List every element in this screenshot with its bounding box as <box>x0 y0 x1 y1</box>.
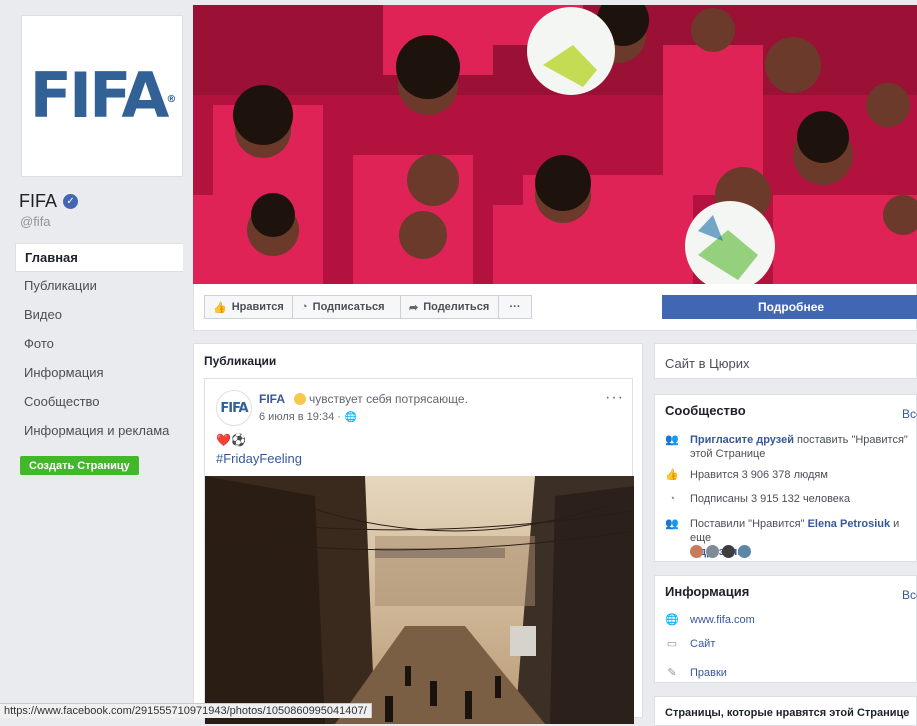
nav-item-posts[interactable]: Публикации <box>15 272 183 301</box>
post-feeling-text: чувствует себя потрясающе. <box>309 392 468 406</box>
community-title[interactable]: Сообщество <box>665 403 746 418</box>
nav-item-photos[interactable]: Фото <box>15 330 183 359</box>
liked-pages-title[interactable]: Страницы, которые нравятся этой Странице <box>665 707 909 719</box>
pencil-icon: ✎ <box>667 667 677 679</box>
like-label: Нравится <box>231 301 284 313</box>
friends-liked-row: 👥 Поставили "Нравится" Elena Petrosiuk и… <box>665 517 915 558</box>
edits-link[interactable]: Правки <box>690 666 910 680</box>
share-button[interactable]: ➦ Поделиться <box>400 295 500 319</box>
about-card: Информация Все 🌐 www.fifa.com ▭ Сайт ✎ П… <box>654 575 917 683</box>
globe-icon: 🌐 <box>344 411 358 423</box>
thumbs-up-icon: 👍 <box>213 301 227 314</box>
avatar[interactable] <box>706 545 719 558</box>
followers-row: ◔ Подписаны 3 915 132 человека <box>665 492 915 506</box>
liked-pages-card: Страницы, которые нравятся этой Странице <box>654 696 917 726</box>
site-link[interactable]: Сайт <box>690 637 910 651</box>
post-meta: 6 июля в 19:34 · 🌐 <box>259 411 357 423</box>
avatar[interactable] <box>722 545 735 558</box>
nav-item-videos[interactable]: Видео <box>15 301 183 330</box>
globe-icon: 🌐 <box>665 614 679 626</box>
posts-section-title[interactable]: Публикации <box>204 354 276 368</box>
followers-count-text: Подписаны 3 915 132 человека <box>690 493 851 505</box>
site-row: ▭ Сайт <box>665 637 915 651</box>
friend-avatars <box>690 545 751 558</box>
posts-section: Публикации FIFA FIFA чувствует себя потр… <box>193 343 643 724</box>
post-author-avatar[interactable]: FIFA <box>216 390 252 426</box>
avatar[interactable] <box>738 545 751 558</box>
learn-more-button[interactable]: Подробнее <box>662 295 917 319</box>
more-dots-icon: ··· <box>509 301 521 313</box>
post-photo-image <box>205 476 634 724</box>
likes-count-text: Нравится 3 906 378 людям <box>690 469 828 481</box>
rss-icon: ◔ <box>301 301 308 313</box>
nav-item-info-ads[interactable]: Информация и реклама <box>15 417 183 446</box>
edits-row: ✎ Правки <box>665 666 915 680</box>
follow-button[interactable]: ◔ Подписаться <box>292 295 402 319</box>
post-card: FIFA FIFA чувствует себя потрясающе. 6 и… <box>204 378 634 724</box>
about-title[interactable]: Информация <box>665 584 749 599</box>
thumbs-up-icon: 👍 <box>665 469 679 481</box>
post-photo[interactable] <box>205 476 634 724</box>
share-arrow-icon: ➦ <box>409 301 419 314</box>
window-icon: ▭ <box>666 638 678 650</box>
more-actions-button[interactable]: ··· <box>498 295 532 319</box>
invite-friends-link[interactable]: Пригласите друзей <box>690 434 794 446</box>
like-page-button[interactable]: 👍 Нравится <box>204 295 294 319</box>
nav-item-community[interactable]: Сообщество <box>15 388 183 417</box>
likes-row: 👍 Нравится 3 906 378 людям <box>665 468 915 482</box>
invite-friends-row: 👥 Пригласите друзей поставить "Нравится"… <box>665 433 915 463</box>
website-link[interactable]: www.fifa.com <box>690 613 910 627</box>
friend-name-link[interactable]: Elena Petrosiuk <box>808 518 891 530</box>
website-row: 🌐 www.fifa.com <box>665 613 915 627</box>
browser-status-bar: https://www.facebook.com/291555710971943… <box>0 703 372 718</box>
post-hashtag-link[interactable]: #FridayFeeling <box>216 451 302 466</box>
page-name-text[interactable]: FIFA <box>19 191 57 212</box>
community-see-all-link[interactable]: Все <box>902 407 917 421</box>
post-feeling: чувствует себя потрясающе. <box>294 392 468 406</box>
feeling-emoji-icon <box>294 393 306 405</box>
friends-liked-prefix: Поставили "Нравится" <box>690 518 808 530</box>
share-label: Поделиться <box>423 301 490 313</box>
location-card: Сайт в Цюрих <box>654 343 917 379</box>
about-see-all-link[interactable]: Все <box>902 588 917 602</box>
page-name[interactable]: FIFA ✓ <box>19 191 79 212</box>
people-icon: 👥 <box>665 434 679 446</box>
profile-picture[interactable]: FIFA® <box>21 15 183 177</box>
people-icon: 👥 <box>665 518 679 530</box>
avatar[interactable] <box>690 545 703 558</box>
post-options-menu[interactable]: ··· <box>605 389 624 407</box>
fifa-logo: FIFA® <box>29 59 177 132</box>
page-action-bar: 👍 Нравится ◔ Подписаться ➦ Поделиться ··… <box>193 284 917 331</box>
follow-label: Подписаться <box>312 301 385 313</box>
community-card: Сообщество Все 👥 Пригласите друзей поста… <box>654 394 917 562</box>
post-author-name[interactable]: FIFA <box>259 392 285 406</box>
cover-photo-image <box>193 5 917 284</box>
page-nav: Главная Публикации Видео Фото Информация… <box>15 243 183 446</box>
cover-photo[interactable] <box>193 5 917 284</box>
post-timestamp[interactable]: 6 июля в 19:34 · <box>259 411 341 423</box>
create-page-button[interactable]: Создать Страницу <box>20 456 139 475</box>
post-emojis: ❤️⚽ <box>216 433 246 447</box>
nav-item-about[interactable]: Информация <box>15 359 183 388</box>
page-handle[interactable]: @fifa <box>20 214 51 229</box>
location-text[interactable]: Сайт в Цюрих <box>665 356 749 371</box>
nav-item-home[interactable]: Главная <box>15 243 183 272</box>
verified-badge-icon: ✓ <box>63 194 79 209</box>
rss-icon: ◔ <box>668 493 676 505</box>
